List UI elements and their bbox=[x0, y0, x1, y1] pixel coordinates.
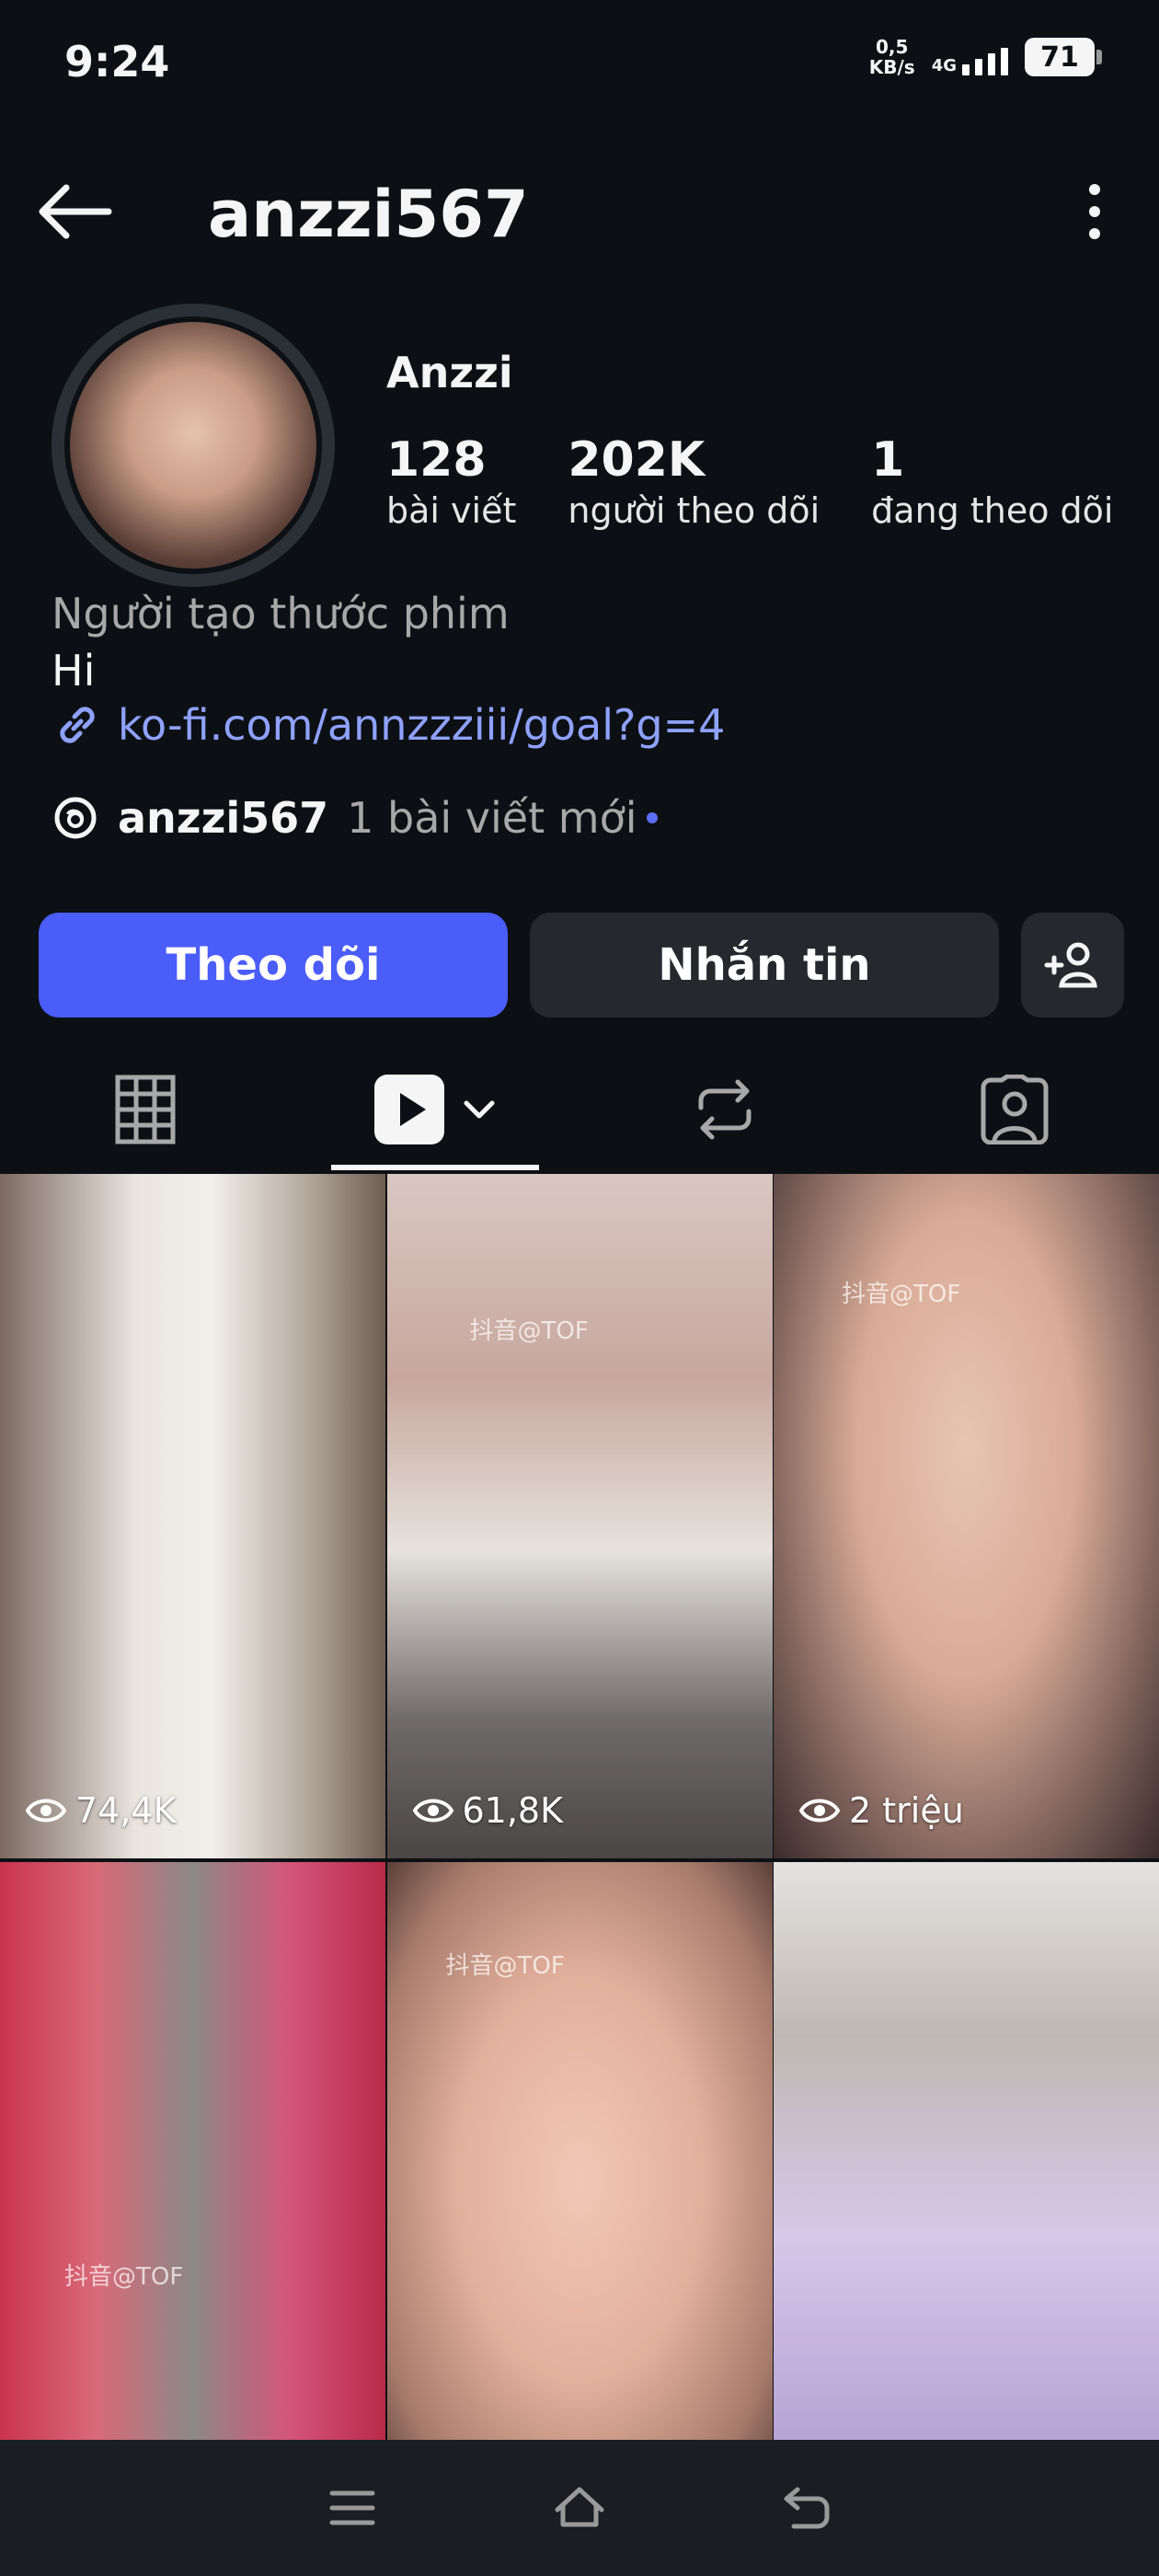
message-button[interactable]: Nhắn tin bbox=[530, 913, 999, 1018]
profile-header: anzzi567 bbox=[0, 166, 1159, 258]
follow-button[interactable]: Theo dõi bbox=[39, 913, 508, 1018]
threads-badge[interactable]: anzzi567 1 bài viết mới bbox=[52, 793, 658, 843]
tab-reels[interactable] bbox=[290, 1049, 580, 1170]
link-text[interactable]: ko-fi.com/annzzziii/goal?g=4 bbox=[118, 700, 725, 750]
stat-following[interactable]: 1 đang theo dõi bbox=[871, 432, 1113, 534]
status-indicators: 0,5 KB/s 4G 71 bbox=[868, 36, 1102, 78]
more-options-icon[interactable] bbox=[1067, 180, 1122, 243]
battery-icon: 71 bbox=[1025, 38, 1102, 76]
add-person-icon bbox=[1044, 942, 1097, 988]
chevron-down-icon[interactable] bbox=[461, 1096, 498, 1123]
display-name: Anzzi bbox=[386, 348, 513, 397]
eye-icon bbox=[412, 1799, 453, 1823]
threads-icon bbox=[54, 797, 97, 839]
reel-views: 2 triệu bbox=[799, 1790, 964, 1831]
profile-category: Người tạo thước phim bbox=[52, 589, 510, 638]
grid-icon bbox=[115, 1075, 175, 1144]
avatar-image bbox=[64, 316, 322, 574]
reposts-icon bbox=[698, 1079, 751, 1140]
profile-stats: 128 bài viết 202K người theo dõi 1 đang … bbox=[386, 432, 1113, 534]
tab-active-indicator bbox=[331, 1165, 539, 1170]
profile-bio: Hi bbox=[52, 646, 96, 696]
tab-reposts[interactable] bbox=[580, 1049, 869, 1170]
page-title: anzzi567 bbox=[208, 177, 529, 252]
home-icon[interactable] bbox=[550, 2478, 609, 2537]
tab-posts[interactable] bbox=[0, 1049, 290, 1170]
signal-icon: 4G bbox=[932, 39, 1008, 75]
reel-thumbnail[interactable] bbox=[774, 1862, 1159, 2440]
reel-views: 61,8K bbox=[412, 1790, 563, 1831]
back-arrow-icon[interactable] bbox=[37, 184, 114, 239]
reel-thumbnail[interactable]: 抖音@TOF 2 triệu bbox=[774, 1174, 1159, 1858]
eye-icon bbox=[26, 1799, 66, 1823]
threads-new-posts: 1 bài viết mới bbox=[347, 793, 637, 843]
reel-thumbnail[interactable]: 抖音@TOF 61,8K bbox=[386, 1174, 773, 1858]
suggest-users-button[interactable] bbox=[1021, 913, 1124, 1018]
tagged-icon bbox=[981, 1075, 1048, 1144]
menu-icon[interactable] bbox=[323, 2478, 382, 2537]
net-speed: 0,5 KB/s bbox=[868, 36, 915, 78]
content-tabs bbox=[0, 1049, 1159, 1174]
tab-tagged[interactable] bbox=[869, 1049, 1159, 1170]
profile-link[interactable]: ko-fi.com/annzzziii/goal?g=4 bbox=[52, 699, 725, 751]
stat-posts[interactable]: 128 bài viết bbox=[386, 432, 516, 534]
reel-thumbnail[interactable]: 74,4K bbox=[0, 1174, 385, 1858]
status-time: 9:24 bbox=[64, 37, 170, 86]
avatar[interactable] bbox=[52, 304, 335, 587]
reel-thumbnail[interactable]: 抖音@TOF bbox=[386, 1862, 773, 2440]
threads-username: anzzi567 bbox=[118, 793, 329, 843]
new-dot-icon bbox=[646, 812, 658, 823]
back-icon[interactable] bbox=[777, 2478, 836, 2537]
reels-icon bbox=[373, 1075, 444, 1144]
reel-thumbnail[interactable]: 抖音@TOF bbox=[0, 1862, 385, 2440]
reels-grid: 74,4K 抖音@TOF 61,8K 抖音@TOF 2 triệu 抖音@TOF… bbox=[0, 1174, 1159, 2440]
eye-icon bbox=[799, 1799, 840, 1823]
link-icon bbox=[60, 707, 95, 743]
stat-followers[interactable]: 202K người theo dõi bbox=[568, 432, 820, 534]
profile-actions: Theo dõi Nhắn tin bbox=[39, 913, 1124, 1018]
reel-views: 74,4K bbox=[26, 1790, 177, 1831]
system-nav-bar bbox=[0, 2440, 1159, 2576]
status-bar: 9:24 0,5 KB/s 4G 71 bbox=[0, 0, 1159, 129]
